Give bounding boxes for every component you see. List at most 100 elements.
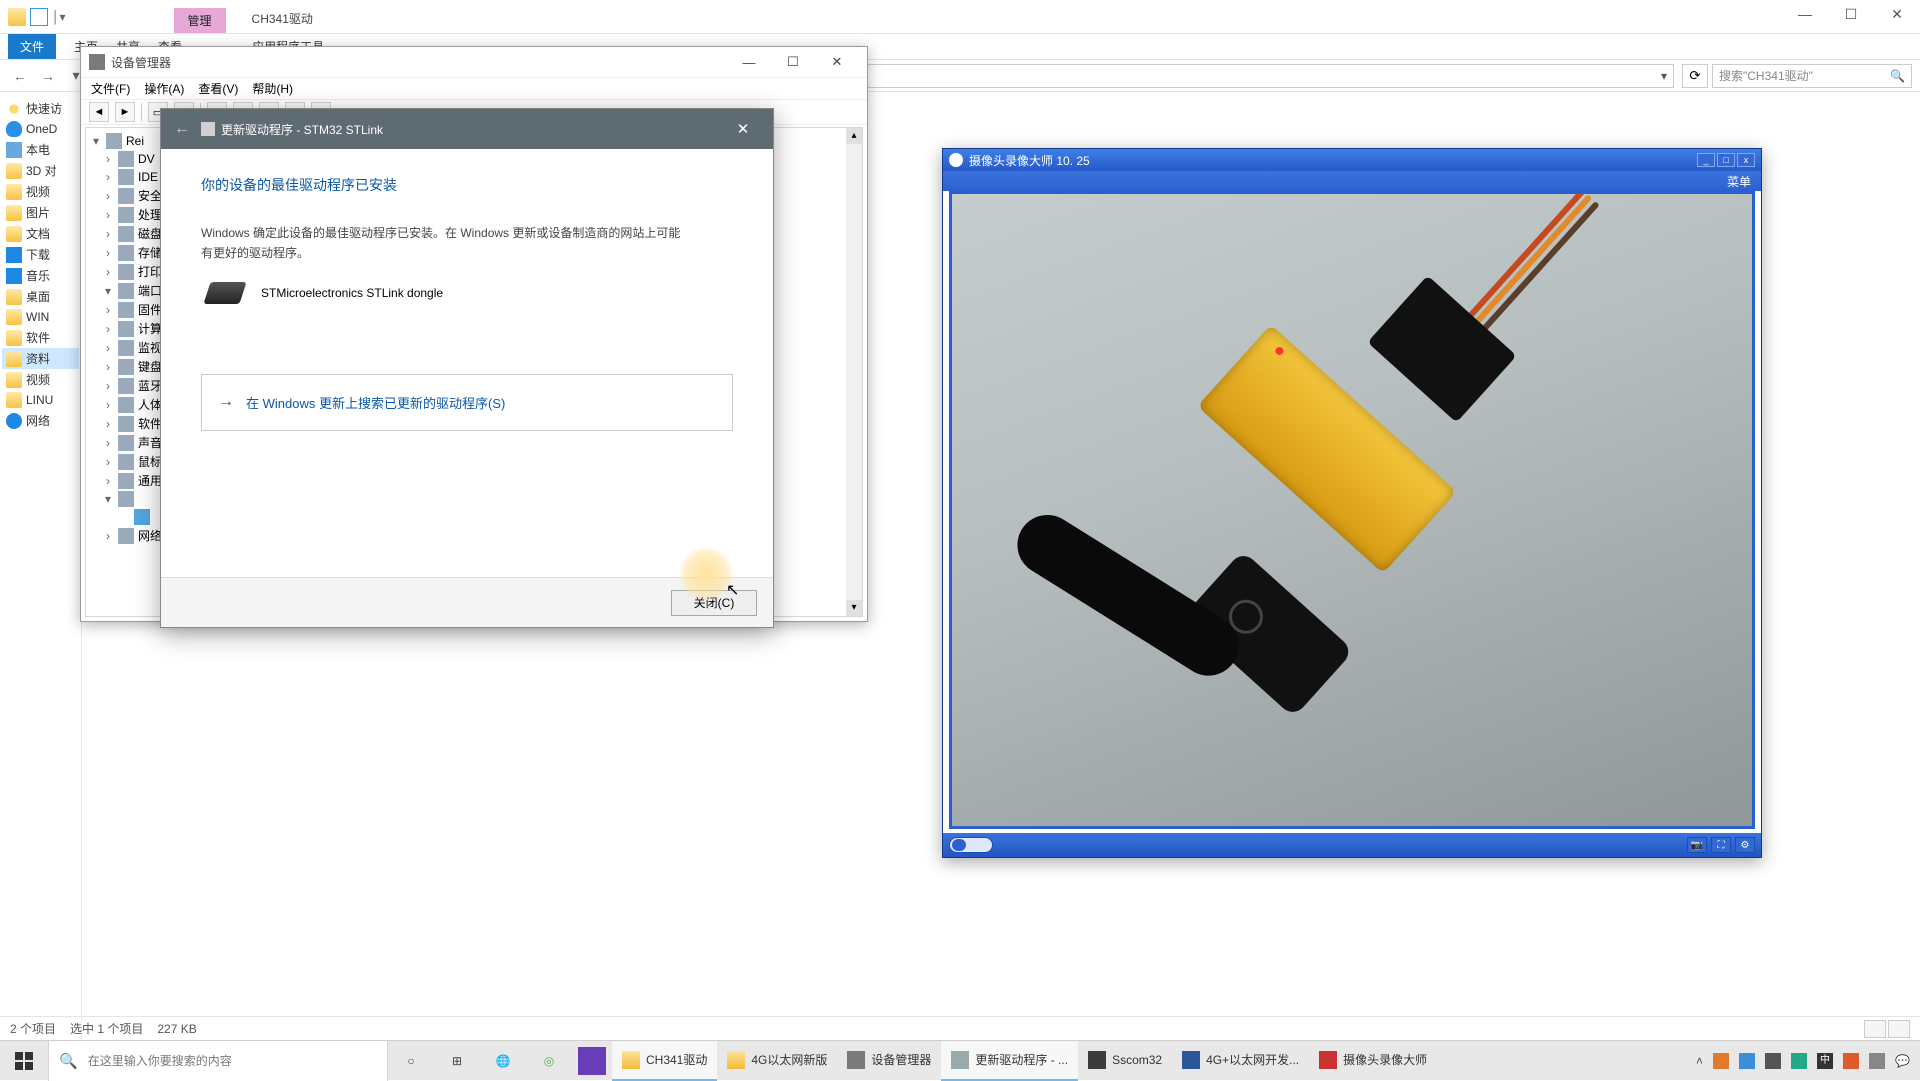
start-button[interactable] xyxy=(0,1041,48,1081)
nav-item[interactable]: 音乐 xyxy=(2,265,79,286)
tool-fwd[interactable]: ► xyxy=(115,102,135,122)
tray-icon-6[interactable] xyxy=(1843,1053,1859,1069)
devmgr-menu-view[interactable]: 查看(V) xyxy=(198,80,238,97)
taskbar-app[interactable]: 4G以太网新版 xyxy=(717,1041,837,1081)
nav-item[interactable]: OneD xyxy=(2,119,79,139)
expand-icon[interactable]: › xyxy=(102,208,114,222)
expand-icon[interactable]: › xyxy=(102,322,114,336)
cam-maximize-button[interactable]: □ xyxy=(1717,153,1735,167)
cam-fullscreen-button[interactable]: ⛶ xyxy=(1711,837,1731,853)
drv-titlebar[interactable]: ← 更新驱动程序 - STM32 STLink ✕ xyxy=(161,109,773,149)
drv-search-windows-update[interactable]: → 在 Windows 更新上搜索已更新的驱动程序(S) xyxy=(201,374,733,431)
taskbar-app[interactable]: CH341驱动 xyxy=(612,1041,717,1081)
pinned-app[interactable] xyxy=(578,1047,606,1075)
scroll-up-button[interactable]: ▴ xyxy=(846,128,862,144)
devmgr-menu-help[interactable]: 帮助(H) xyxy=(252,80,293,97)
expand-icon[interactable]: › xyxy=(102,436,114,450)
taskbar-search[interactable]: 🔍 在这里输入你要搜索的内容 xyxy=(48,1041,388,1081)
expand-icon[interactable]: › xyxy=(102,455,114,469)
nav-item[interactable]: 桌面 xyxy=(2,286,79,307)
cam-record-toggle[interactable] xyxy=(949,837,993,853)
explorer-search[interactable]: 搜索"CH341驱动" 🔍 xyxy=(1712,64,1912,88)
nav-item[interactable]: 图片 xyxy=(2,202,79,223)
notifications-button[interactable]: 💬 xyxy=(1895,1054,1910,1068)
pinned-explorer[interactable]: 🌐 xyxy=(480,1041,526,1081)
devmgr-close-button[interactable]: ✕ xyxy=(815,48,859,76)
pinned-browser[interactable]: ◎ xyxy=(526,1041,572,1081)
cam-settings-button[interactable]: ⚙ xyxy=(1735,837,1755,853)
devmgr-menu-action[interactable]: 操作(A) xyxy=(144,80,184,97)
navigation-pane[interactable]: 快速访OneD本电3D 对视频图片文档下载音乐桌面WIN软件资料视频LINU网络 xyxy=(0,92,82,1040)
nav-item[interactable]: 3D 对 xyxy=(2,160,79,181)
devmgr-scrollbar[interactable]: ▴ ▾ xyxy=(846,128,862,616)
expand-icon[interactable]: › xyxy=(102,360,114,374)
expand-icon[interactable]: › xyxy=(102,474,114,488)
drv-back-button[interactable]: ← xyxy=(171,118,193,140)
close-button[interactable]: ✕ xyxy=(1874,0,1920,28)
tray-icon-2[interactable] xyxy=(1739,1053,1755,1069)
nav-item[interactable]: 视频 xyxy=(2,369,79,390)
expand-icon[interactable]: ▾ xyxy=(90,134,102,148)
expand-icon[interactable]: ▾ xyxy=(102,492,114,506)
cam-close-button[interactable]: x xyxy=(1737,153,1755,167)
expand-icon[interactable]: › xyxy=(102,379,114,393)
expand-icon[interactable]: ▾ xyxy=(102,284,114,298)
tray-icon-7[interactable] xyxy=(1869,1053,1885,1069)
cortana-button[interactable]: ○ xyxy=(388,1041,434,1081)
expand-icon[interactable]: › xyxy=(102,341,114,355)
drv-title-close-button[interactable]: ✕ xyxy=(723,109,763,149)
nav-item[interactable]: LINU xyxy=(2,390,79,410)
expand-icon[interactable]: › xyxy=(102,265,114,279)
expand-icon[interactable]: › xyxy=(102,189,114,203)
expand-icon[interactable]: › xyxy=(102,246,114,260)
expand-icon[interactable]: › xyxy=(102,303,114,317)
minimize-button[interactable]: — xyxy=(1782,0,1828,28)
expand-icon[interactable]: › xyxy=(102,398,114,412)
cam-titlebar[interactable]: 摄像头录像大师 10. 25 _ □ x xyxy=(943,149,1761,171)
cam-snapshot-button[interactable]: 📷 xyxy=(1687,837,1707,853)
taskbar-app[interactable]: 设备管理器 xyxy=(837,1041,941,1081)
expand-icon[interactable]: › xyxy=(102,417,114,431)
ribbon-tab-file[interactable]: 文件 xyxy=(8,34,56,59)
taskbar-app[interactable]: 更新驱动程序 - ... xyxy=(941,1041,1078,1081)
refresh-button[interactable]: ⟳ xyxy=(1682,64,1708,88)
taskbar-app[interactable]: 4G+以太网开发... xyxy=(1172,1041,1309,1081)
nav-item[interactable]: 下载 xyxy=(2,244,79,265)
nav-item[interactable]: 文档 xyxy=(2,223,79,244)
tray-ime-icon[interactable]: 中 xyxy=(1817,1053,1833,1069)
nav-item[interactable]: 本电 xyxy=(2,139,79,160)
drv-close-button[interactable]: 关闭(C) xyxy=(671,590,757,616)
tray-icon-3[interactable] xyxy=(1765,1053,1781,1069)
view-details-button[interactable] xyxy=(1864,1020,1886,1038)
devmgr-maximize-button[interactable]: ☐ xyxy=(771,48,815,76)
nav-forward-button[interactable]: → xyxy=(36,64,60,88)
nav-item[interactable]: 软件 xyxy=(2,327,79,348)
devmgr-titlebar[interactable]: 设备管理器 — ☐ ✕ xyxy=(81,47,867,77)
taskbar-app[interactable]: 摄像头录像大师 xyxy=(1309,1041,1437,1081)
scroll-down-button[interactable]: ▾ xyxy=(846,600,862,616)
expand-icon[interactable]: › xyxy=(102,227,114,241)
tray-icon-1[interactable] xyxy=(1713,1053,1729,1069)
address-dropdown-icon[interactable]: ▾ xyxy=(1661,69,1667,83)
devmgr-menu-file[interactable]: 文件(F) xyxy=(91,80,130,97)
nav-item[interactable]: 视频 xyxy=(2,181,79,202)
expand-icon[interactable]: › xyxy=(102,152,114,166)
nav-item[interactable]: 网络 xyxy=(2,410,79,431)
tray-overflow-button[interactable]: ˄ xyxy=(1696,1054,1703,1068)
nav-item[interactable]: 快速访 xyxy=(2,98,79,119)
taskbar-app[interactable]: Sscom32 xyxy=(1078,1041,1172,1081)
expand-icon[interactable]: › xyxy=(102,170,114,184)
nav-item[interactable]: WIN xyxy=(2,307,79,327)
devmgr-minimize-button[interactable]: — xyxy=(727,48,771,76)
tray-icon-4[interactable] xyxy=(1791,1053,1807,1069)
cam-minimize-button[interactable]: _ xyxy=(1697,153,1715,167)
tool-back[interactable]: ◄ xyxy=(89,102,109,122)
cam-menu-button[interactable]: 菜单 xyxy=(1727,173,1751,190)
expand-icon[interactable]: › xyxy=(102,529,114,543)
task-view-button[interactable]: ⊞ xyxy=(434,1041,480,1081)
nav-back-button[interactable]: ← xyxy=(8,64,32,88)
qat-overflow[interactable]: │▾ xyxy=(52,10,66,24)
view-icons-button[interactable] xyxy=(1888,1020,1910,1038)
nav-item[interactable]: 资料 xyxy=(2,348,79,369)
maximize-button[interactable]: ☐ xyxy=(1828,0,1874,28)
